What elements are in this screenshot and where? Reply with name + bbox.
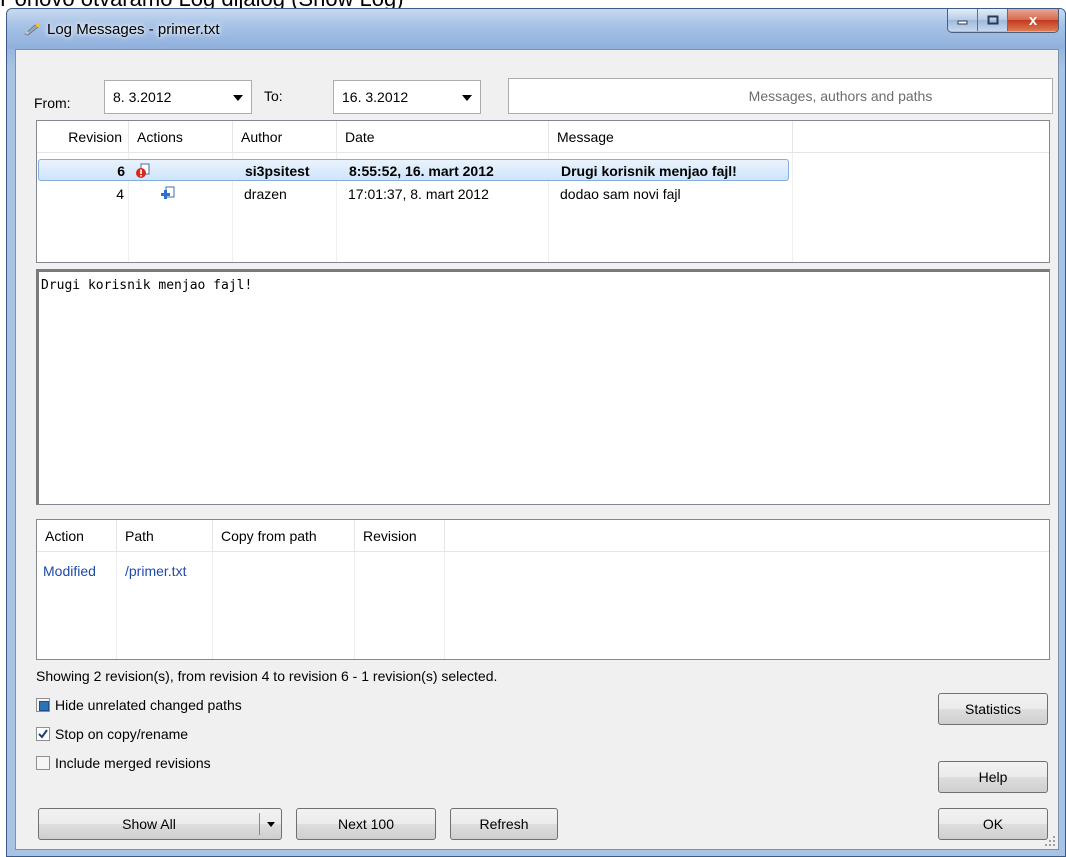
to-label: To: (264, 88, 283, 104)
revisions-list[interactable]: Revision Actions Author Date Message 6 s… (36, 120, 1050, 263)
search-placeholder: Messages, authors and paths (748, 88, 933, 104)
from-label: From: (34, 95, 71, 111)
status-text: Showing 2 revision(s), from revision 4 t… (36, 668, 498, 684)
close-button[interactable]: x (1008, 9, 1058, 31)
stop-on-copy-option[interactable]: Stop on copy/rename (36, 724, 188, 744)
minimize-button[interactable] (948, 9, 978, 31)
checkmark-icon (38, 729, 48, 739)
column-header-copy-from-path[interactable]: Copy from path (213, 520, 355, 552)
path-copy-from (213, 560, 355, 582)
added-file-icon (160, 183, 184, 205)
window-title: Log Messages - primer.txt (47, 21, 220, 38)
log-message-text[interactable]: Drugi korisnik menjao fajl! (36, 269, 1050, 505)
revision-author: si3psitest (245, 163, 310, 179)
caption-buttons: x (947, 9, 1059, 33)
next-100-button[interactable]: Next 100 (296, 808, 436, 840)
hide-unrelated-label: Hide unrelated changed paths (55, 697, 242, 713)
from-date-picker[interactable]: 8. 3.2012 (104, 80, 252, 114)
revision-number: 6 (117, 163, 125, 179)
stop-on-copy-checkbox[interactable] (36, 727, 50, 741)
hide-unrelated-checkbox[interactable] (36, 698, 50, 712)
show-all-label: Show All (122, 816, 176, 832)
column-header-date[interactable]: Date (337, 121, 549, 153)
from-date-value: 8. 3.2012 (113, 89, 172, 105)
include-merged-option[interactable]: Include merged revisions (36, 753, 211, 773)
include-merged-checkbox[interactable] (36, 756, 50, 770)
chevron-down-icon (233, 95, 243, 101)
path-row[interactable]: Modified /primer.txt (37, 560, 445, 582)
title-bar[interactable]: Log Messages - primer.txt x (7, 9, 1065, 49)
revisions-header: Revision Actions Author Date Message (37, 121, 1049, 153)
to-date-value: 16. 3.2012 (342, 89, 409, 105)
revision-row[interactable]: 6 si3psitest 8:55:52, 16. mart 2012 Drug… (38, 159, 789, 181)
column-header-action[interactable]: Action (37, 520, 117, 552)
revision-row[interactable]: 4 drazen 17:01:37, 8. mart 2012 dodao sa… (38, 183, 789, 205)
revision-date: 8:55:52, 16. mart 2012 (349, 163, 494, 179)
maximize-button[interactable] (978, 9, 1008, 31)
path-revision (355, 560, 445, 582)
help-button[interactable]: Help (938, 761, 1048, 793)
resize-grip-icon[interactable] (1044, 835, 1056, 847)
revision-date: 17:01:37, 8. mart 2012 (348, 186, 489, 202)
column-header-actions[interactable]: Actions (129, 121, 233, 153)
search-input[interactable]: Messages, authors and paths (508, 78, 1053, 114)
path-value: /primer.txt (125, 563, 187, 579)
column-header-path[interactable]: Path (117, 520, 213, 552)
chevron-down-icon (462, 95, 472, 101)
dialog-client-area: From: 8. 3.2012 To: 16. 3.2012 Messages,… (15, 49, 1059, 850)
column-header-revision[interactable]: Revision (37, 121, 129, 153)
column-header-path-revision[interactable]: Revision (355, 520, 445, 552)
changed-paths-list[interactable]: Action Path Copy from path Revision Modi… (36, 519, 1050, 660)
modified-conflict-icon (135, 160, 159, 182)
ok-button[interactable]: OK (938, 808, 1048, 840)
stop-on-copy-label: Stop on copy/rename (55, 726, 189, 742)
log-messages-window: Log Messages - primer.txt x From: 8. 3.2… (6, 8, 1066, 857)
column-header-author[interactable]: Author (233, 121, 337, 153)
dropdown-arrow-icon[interactable] (267, 822, 275, 827)
close-icon: x (1028, 11, 1038, 29)
revision-message: dodao sam novi fajl (560, 186, 681, 202)
column-header-message[interactable]: Message (549, 121, 793, 153)
revision-number: 4 (116, 186, 124, 202)
log-app-icon (24, 22, 41, 36)
show-all-split-button[interactable]: Show All (38, 808, 282, 840)
log-message-content: Drugi korisnik menjao fajl! (41, 278, 253, 293)
include-merged-label: Include merged revisions (55, 755, 211, 771)
revision-author: drazen (244, 186, 287, 202)
refresh-button[interactable]: Refresh (450, 808, 558, 840)
paths-header: Action Path Copy from path Revision (37, 520, 1049, 552)
statistics-button[interactable]: Statistics (938, 693, 1048, 725)
to-date-picker[interactable]: 16. 3.2012 (333, 80, 481, 114)
hide-unrelated-option[interactable]: Hide unrelated changed paths (36, 695, 242, 715)
revision-message: Drugi korisnik menjao fajl! (561, 163, 737, 179)
minimize-icon (957, 20, 967, 25)
maximize-icon (987, 15, 998, 25)
path-action: Modified (43, 563, 96, 579)
